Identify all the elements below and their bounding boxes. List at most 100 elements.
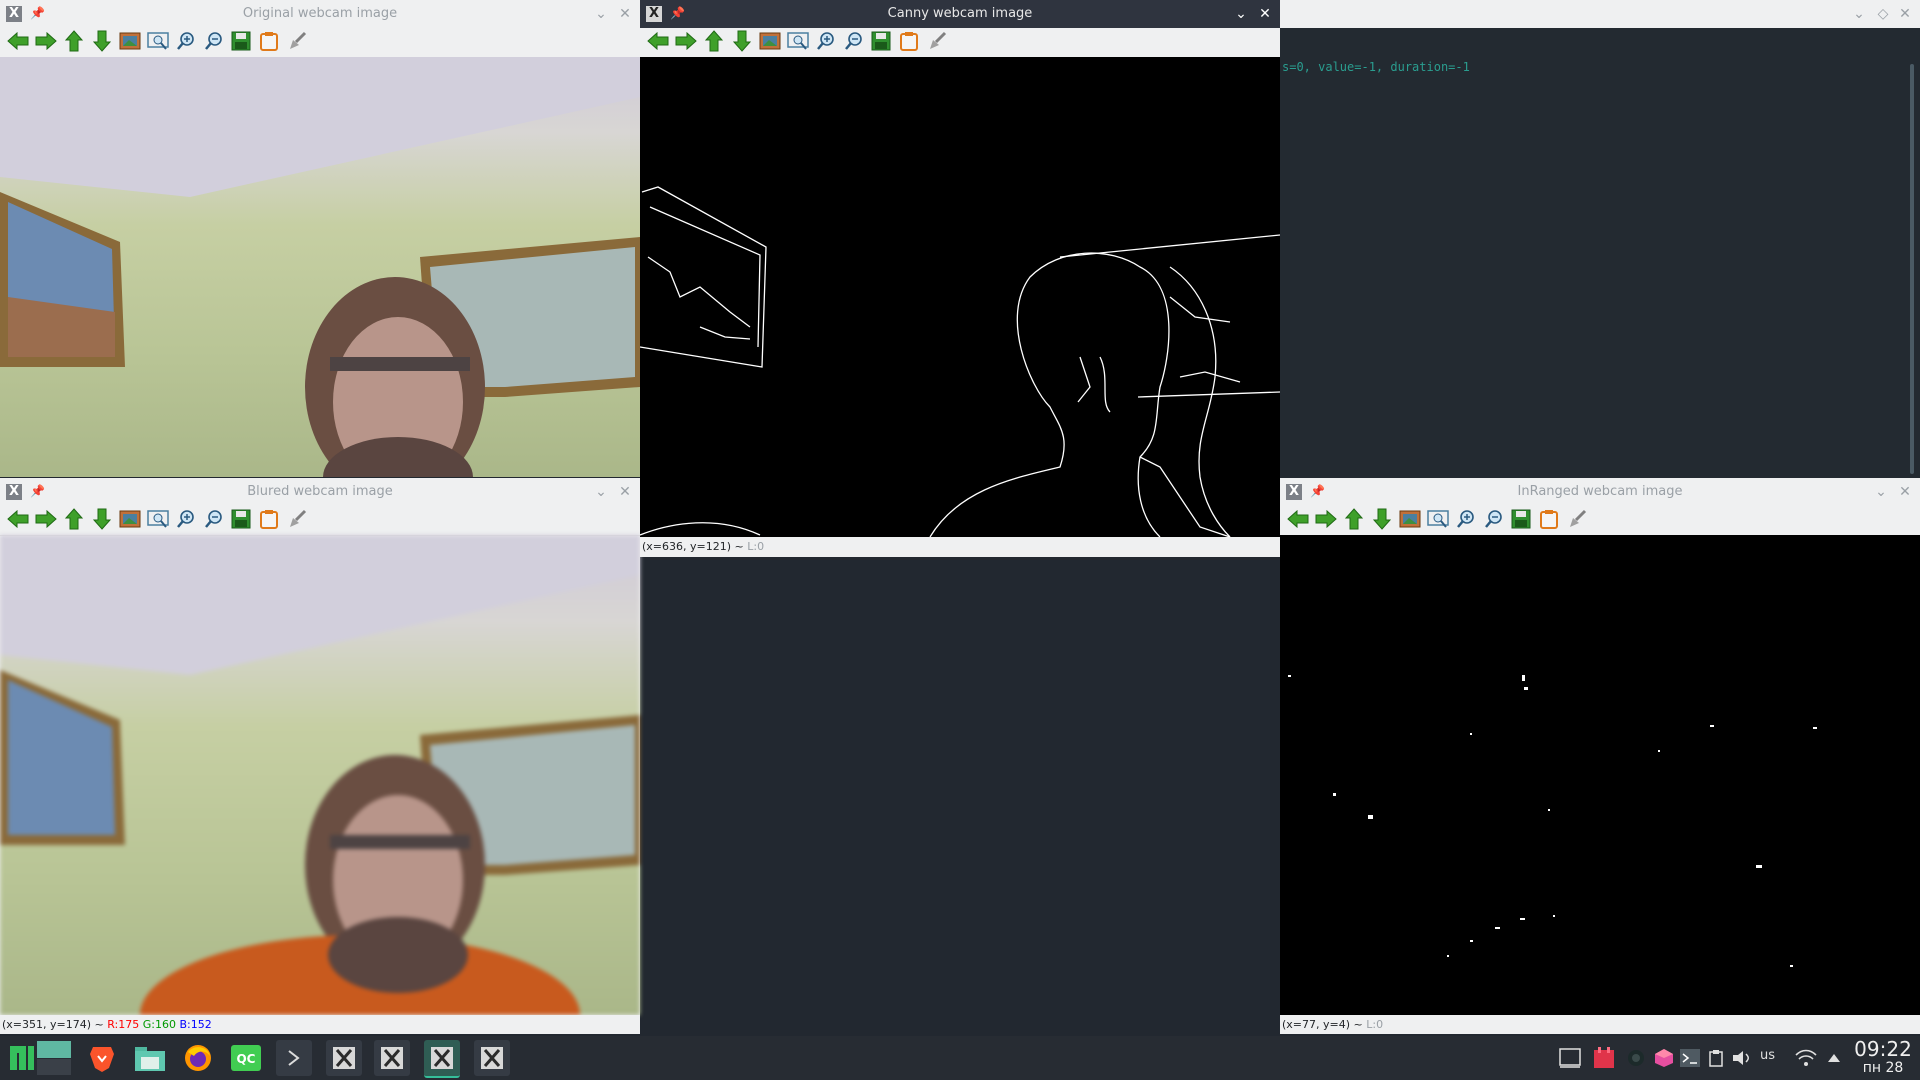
wifi-tray-button[interactable] <box>1794 1040 1818 1076</box>
arrow-up-button[interactable] <box>702 30 726 55</box>
close-icon[interactable]: ✕ <box>616 483 634 501</box>
maximize-icon[interactable]: ◇ <box>1874 5 1892 23</box>
x-window-task[interactable] <box>326 1040 362 1076</box>
arrow-up-button[interactable] <box>62 30 86 55</box>
x-window-task[interactable] <box>474 1040 510 1076</box>
terminal-output[interactable]: s=0, value=-1, duration=-1 <box>1282 60 1470 74</box>
zoom-out-button[interactable] <box>202 509 226 533</box>
save-button[interactable] <box>1509 509 1533 533</box>
arrow-down-button[interactable] <box>730 30 754 55</box>
save-button[interactable] <box>229 509 253 533</box>
arrow-down-icon <box>92 30 112 56</box>
toolbar <box>640 28 1280 58</box>
status-bar: (x=636, y=121) ~ L:0 <box>640 537 1280 557</box>
clipboard-tray-button[interactable] <box>1704 1040 1728 1076</box>
zoom-fit-button[interactable] <box>146 509 170 533</box>
zoom-in-button[interactable] <box>1454 509 1478 533</box>
clock[interactable]: 09:22 пн 28 <box>1850 1038 1916 1076</box>
title-bar[interactable]: X 📌 Blured webcam image ⌄ ✕ <box>0 478 640 506</box>
zoom-fit-icon <box>147 31 169 55</box>
arrow-left-button[interactable] <box>1286 509 1310 533</box>
arrow-left-icon <box>647 31 669 54</box>
window-terminal: ⌄ ◇ ✕ s=0, value=-1, duration=-1 <box>1280 0 1920 478</box>
zoom-fit-button[interactable] <box>1426 509 1450 533</box>
arrow-down-button[interactable] <box>90 30 114 56</box>
app-menu-button[interactable] <box>4 1040 40 1076</box>
title-bar[interactable]: X 📌 Canny webcam image ⌄ ✕ <box>640 0 1280 28</box>
arrow-right-button[interactable] <box>34 31 58 55</box>
clock-time: 09:22 <box>1854 1037 1912 1061</box>
arrow-right-button[interactable] <box>674 31 698 55</box>
title-bar[interactable]: X 📌 Original webcam image ⌄ ✕ <box>0 0 640 28</box>
arrow-left-button[interactable] <box>6 31 30 55</box>
zoom-in-button[interactable] <box>174 31 198 55</box>
save-button[interactable] <box>229 31 253 55</box>
zoom-out-button[interactable] <box>842 31 866 55</box>
image-button[interactable] <box>118 31 142 55</box>
tray-expand-button[interactable] <box>1822 1040 1846 1076</box>
zoom-in-button[interactable] <box>174 509 198 533</box>
minimize-icon[interactable]: ⌄ <box>1232 5 1250 23</box>
calendar-icon <box>1594 1047 1614 1068</box>
zoom-fit-button[interactable] <box>786 31 810 55</box>
image-button[interactable] <box>1398 509 1422 533</box>
file-manager-button[interactable] <box>132 1040 168 1076</box>
brave-browser-button[interactable] <box>84 1040 120 1076</box>
minimize-icon[interactable]: ⌄ <box>1850 5 1868 23</box>
arrow-left-button[interactable] <box>646 31 670 55</box>
minimize-icon[interactable]: ⌄ <box>1872 483 1890 501</box>
arrow-down-button[interactable] <box>90 508 114 533</box>
arrow-right-button[interactable] <box>34 509 58 533</box>
arrow-left-button[interactable] <box>6 509 30 533</box>
status-red: R:175 <box>107 1018 140 1031</box>
minimize-icon[interactable]: ⌄ <box>592 5 610 23</box>
window-inranged: X 📌 InRanged webcam image ⌄ ✕ (x=77, y=4… <box>1280 478 1920 1034</box>
arrow-up-button[interactable] <box>1342 508 1366 533</box>
terminal-tray-button[interactable] <box>1678 1040 1702 1076</box>
terminal-task[interactable] <box>276 1040 312 1076</box>
image-button[interactable] <box>118 509 142 533</box>
arrow-right-button[interactable] <box>1314 509 1338 533</box>
app-tray-button[interactable] <box>1652 1040 1676 1076</box>
brush-button[interactable] <box>925 31 949 55</box>
copy-button[interactable] <box>257 31 281 55</box>
volume-icon <box>1733 1051 1749 1065</box>
arrow-up-button[interactable] <box>62 508 86 533</box>
brush-button[interactable] <box>1565 509 1589 533</box>
x-window-task-active[interactable] <box>424 1040 460 1078</box>
terminal-scrollbar[interactable] <box>1910 64 1914 474</box>
keyboard-layout[interactable]: us <box>1760 1048 1775 1063</box>
minimize-icon[interactable]: ⌄ <box>592 483 610 501</box>
qtcreator-button[interactable]: QC <box>228 1040 264 1076</box>
volume-tray-button[interactable] <box>1730 1040 1754 1076</box>
image-icon <box>1399 510 1421 532</box>
close-icon[interactable]: ✕ <box>1896 483 1914 501</box>
arrow-down-button[interactable] <box>1370 508 1394 533</box>
zoom-fit-button[interactable] <box>146 31 170 55</box>
title-bar[interactable]: X 📌 InRanged webcam image ⌄ ✕ <box>1280 478 1920 506</box>
image-button[interactable] <box>758 31 782 55</box>
show-desktop-button[interactable] <box>1552 1040 1588 1076</box>
zoom-out-button[interactable] <box>1482 509 1506 533</box>
calendar-tray-button[interactable] <box>1586 1040 1622 1076</box>
copy-button[interactable] <box>257 509 281 533</box>
zoom-in-button[interactable] <box>814 31 838 55</box>
copy-button[interactable] <box>1537 509 1561 533</box>
save-button[interactable] <box>869 31 893 55</box>
status-coords: (x=636, y=121) ~ <box>642 540 748 553</box>
close-icon[interactable]: ✕ <box>1256 5 1274 23</box>
copy-button[interactable] <box>897 31 921 55</box>
window-original: X 📌 Original webcam image ⌄ ✕ <box>0 0 640 477</box>
x-window-task[interactable] <box>374 1040 410 1076</box>
window-title: InRanged webcam image <box>1517 484 1683 499</box>
workspace-pager[interactable] <box>36 1040 72 1076</box>
title-bar[interactable]: ⌄ ◇ ✕ <box>1280 0 1920 28</box>
zoom-out-button[interactable] <box>202 31 226 55</box>
brush-button[interactable] <box>285 31 309 55</box>
close-icon[interactable]: ✕ <box>616 5 634 23</box>
obs-tray-button[interactable] <box>1624 1040 1648 1076</box>
brush-button[interactable] <box>285 509 309 533</box>
close-icon[interactable]: ✕ <box>1896 5 1914 23</box>
window-title: Canny webcam image <box>887 6 1033 21</box>
firefox-button[interactable] <box>180 1040 216 1076</box>
